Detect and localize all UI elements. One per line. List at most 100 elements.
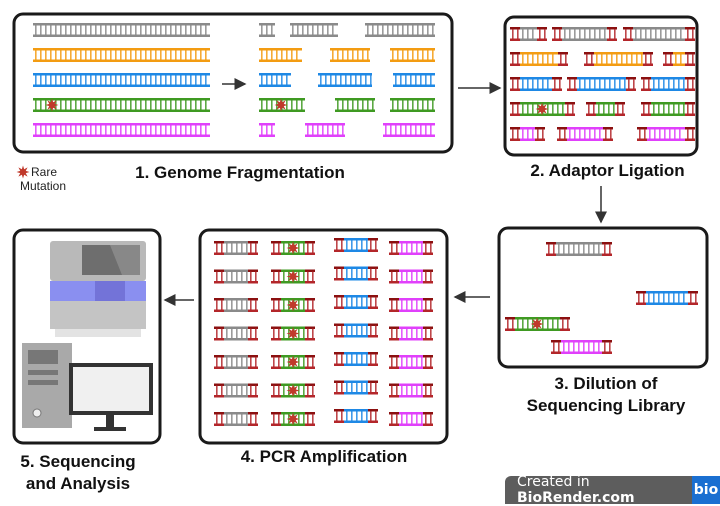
dna-rung xyxy=(336,382,338,393)
dna-rung xyxy=(640,29,642,39)
dna-rung xyxy=(430,357,432,367)
dna-rung xyxy=(366,268,368,279)
dna-rung xyxy=(616,54,618,64)
dna-rung xyxy=(375,354,377,364)
dna-rung xyxy=(608,104,610,114)
dna-rung xyxy=(241,243,243,253)
dna-rung xyxy=(670,54,672,64)
dna-rung xyxy=(604,29,606,39)
biorender-badge[interactable]: Created in BioRender.com bio xyxy=(505,474,720,506)
dna-rung xyxy=(100,25,102,35)
dna-rung xyxy=(624,79,626,89)
dna-rung xyxy=(396,271,398,282)
dna-rung xyxy=(362,50,364,60)
dna-rung xyxy=(336,325,338,336)
dna-rung xyxy=(337,100,339,110)
dna-rung xyxy=(307,25,309,35)
dna-rung xyxy=(255,243,257,253)
dna-rung xyxy=(283,328,285,339)
dna-rung xyxy=(560,54,562,64)
dna-rung xyxy=(544,29,546,39)
dna-rung xyxy=(425,271,427,282)
dna-rung xyxy=(589,79,591,89)
dna-rung xyxy=(261,50,263,60)
dna-rung xyxy=(351,268,353,279)
dna-rung xyxy=(559,129,561,139)
dna-rung xyxy=(226,243,228,253)
dna-rung xyxy=(291,50,293,60)
dna-rung xyxy=(622,104,624,114)
dna-rung xyxy=(180,100,182,110)
dna-rung xyxy=(55,50,57,60)
dna-rung xyxy=(548,244,550,254)
dna-rung xyxy=(266,50,268,60)
dna-rung xyxy=(115,50,117,60)
dna-rung xyxy=(352,100,354,110)
dna-rung xyxy=(391,300,393,310)
dna-rung xyxy=(366,411,368,421)
dna-rung xyxy=(60,25,62,35)
dna-rung xyxy=(200,100,202,110)
dna-rung xyxy=(559,29,561,39)
dna-rung xyxy=(578,244,580,254)
dna-rung xyxy=(395,125,397,135)
dna-rung xyxy=(35,125,37,135)
dna-rung xyxy=(391,271,393,282)
dna-rung xyxy=(221,328,223,339)
dna-rung xyxy=(417,25,419,35)
dna-rung xyxy=(601,54,603,64)
dna-rung xyxy=(205,25,207,35)
dna-rung xyxy=(65,125,67,135)
legend-star xyxy=(16,165,30,179)
dna-rung xyxy=(356,411,358,421)
dna-rung xyxy=(396,385,398,396)
dna-rung xyxy=(406,271,408,282)
dna-rung xyxy=(375,240,377,250)
dna-rung xyxy=(190,25,192,35)
dna-rung xyxy=(370,297,372,307)
dna-rung xyxy=(255,414,257,424)
dna-rung xyxy=(648,293,650,303)
dna-rung xyxy=(200,25,202,35)
dna-rung xyxy=(351,382,353,393)
dna-rung xyxy=(226,300,228,310)
dna-rung xyxy=(231,243,233,253)
dna-rung xyxy=(35,75,37,85)
dna-rung xyxy=(110,100,112,110)
dna-rung xyxy=(563,244,565,254)
dna-rung xyxy=(663,104,665,114)
dna-rung xyxy=(410,75,412,85)
step-3-label: 3. Dilution of Sequencing Library xyxy=(500,373,712,417)
dna-rung xyxy=(231,414,233,424)
dna-rung xyxy=(430,385,432,396)
dna-rung xyxy=(372,25,374,35)
dna-rung xyxy=(75,125,77,135)
dna-rung xyxy=(411,357,413,367)
dna-rung xyxy=(278,328,280,339)
dna-rung xyxy=(680,29,682,39)
dna-rung xyxy=(512,319,514,329)
dna-rung xyxy=(135,125,137,135)
dna-rung xyxy=(372,100,374,110)
dna-rung xyxy=(216,300,218,310)
dna-rung xyxy=(90,100,92,110)
dna-rung xyxy=(411,243,413,253)
dna-rung xyxy=(236,300,238,310)
dna-rung xyxy=(246,328,248,339)
dna-rung xyxy=(617,104,619,114)
dna-rung xyxy=(522,104,524,114)
dna-rung xyxy=(673,79,675,89)
dna-rung xyxy=(605,129,607,139)
dna-strand-top xyxy=(646,291,688,294)
dna-rung xyxy=(683,104,685,114)
dna-rung xyxy=(648,79,650,89)
dna-rung xyxy=(553,244,555,254)
dna-rung xyxy=(190,100,192,110)
dna-rung xyxy=(125,75,127,85)
dna-rung xyxy=(255,357,257,367)
dna-rung xyxy=(695,293,697,303)
dna-rung xyxy=(70,75,72,85)
dna-rung xyxy=(532,54,534,64)
dna-rung xyxy=(271,125,273,135)
dna-rung xyxy=(278,271,280,282)
